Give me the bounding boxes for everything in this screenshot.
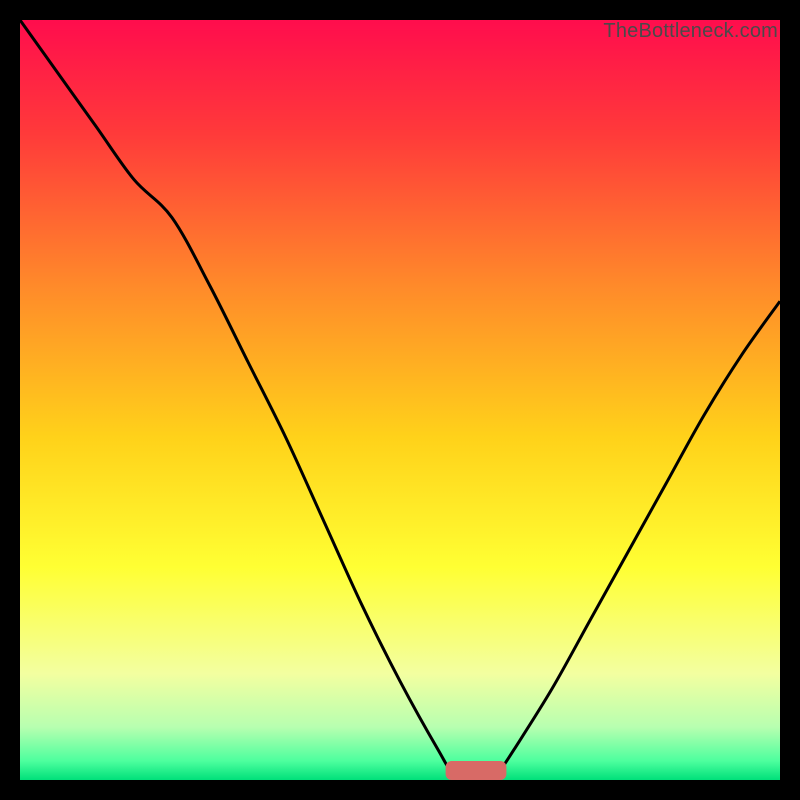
plot-area: TheBottleneck.com	[20, 20, 780, 780]
gradient-background	[20, 20, 780, 780]
optimal-marker	[446, 761, 507, 780]
bottleneck-curve-plot	[20, 20, 780, 780]
chart-frame: TheBottleneck.com	[0, 0, 800, 800]
watermark-text: TheBottleneck.com	[603, 20, 778, 43]
